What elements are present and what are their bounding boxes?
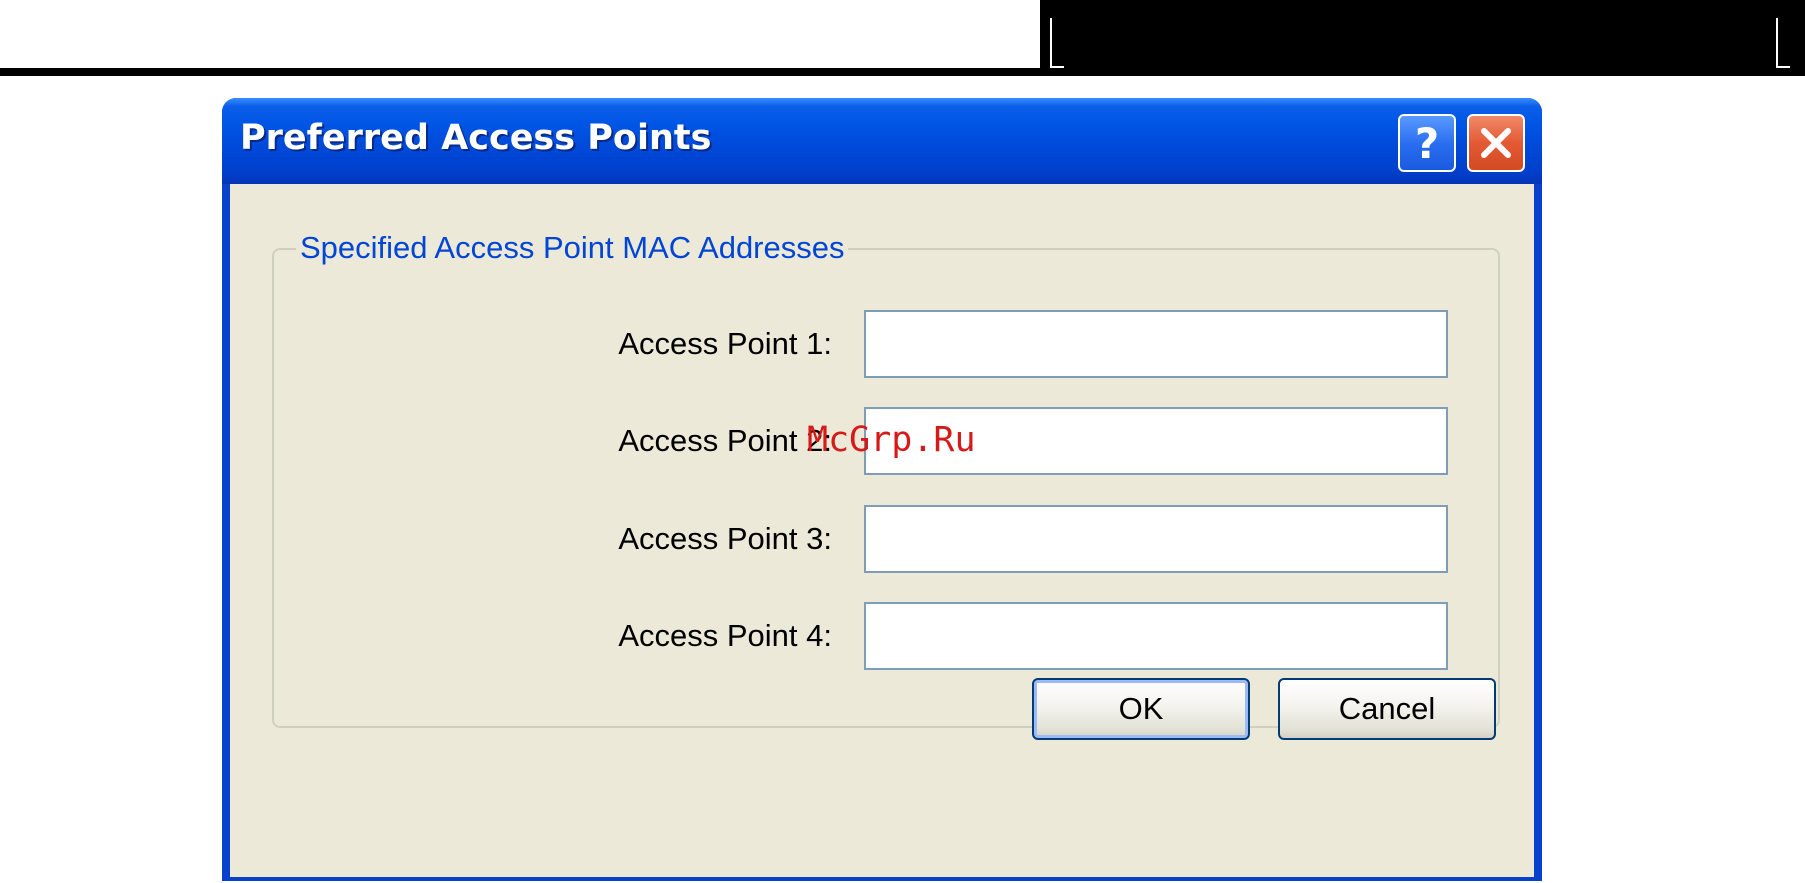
- mac-addresses-group: Specified Access Point MAC Addresses Acc…: [272, 228, 1502, 728]
- cancel-button[interactable]: Cancel: [1278, 678, 1496, 740]
- access-point-4-input[interactable]: [864, 602, 1448, 670]
- access-point-3-label: Access Point 3:: [618, 521, 832, 556]
- dialog-title: Preferred Access Points: [240, 118, 712, 158]
- title-bar[interactable]: Preferred Access Points ?: [222, 98, 1542, 184]
- close-icon: [1481, 128, 1511, 158]
- header-bracket-left: [1050, 18, 1064, 68]
- group-legend: Specified Access Point MAC Addresses: [296, 228, 849, 268]
- header-bracket-right: [1776, 18, 1790, 68]
- access-point-row-2: Access Point 2:: [274, 407, 1502, 475]
- help-button[interactable]: ?: [1398, 114, 1456, 172]
- access-point-2-label: Access Point 2:: [618, 423, 832, 458]
- access-point-row-4: Access Point 4:: [274, 602, 1502, 670]
- ok-button[interactable]: OK: [1032, 678, 1250, 740]
- preferred-access-points-dialog: Preferred Access Points ? Specified Acce…: [222, 98, 1542, 881]
- access-point-2-input[interactable]: [864, 407, 1448, 475]
- access-point-4-label: Access Point 4:: [618, 618, 832, 653]
- dialog-client-area: Specified Access Point MAC Addresses Acc…: [230, 184, 1534, 877]
- access-point-1-label: Access Point 1:: [618, 326, 832, 361]
- access-point-row-3: Access Point 3:: [274, 505, 1502, 573]
- access-point-1-input[interactable]: [864, 310, 1448, 378]
- access-point-3-input[interactable]: [864, 505, 1448, 573]
- access-point-row-1: Access Point 1:: [274, 310, 1502, 378]
- header-black-block: [1040, 0, 1805, 76]
- close-button[interactable]: [1467, 114, 1525, 172]
